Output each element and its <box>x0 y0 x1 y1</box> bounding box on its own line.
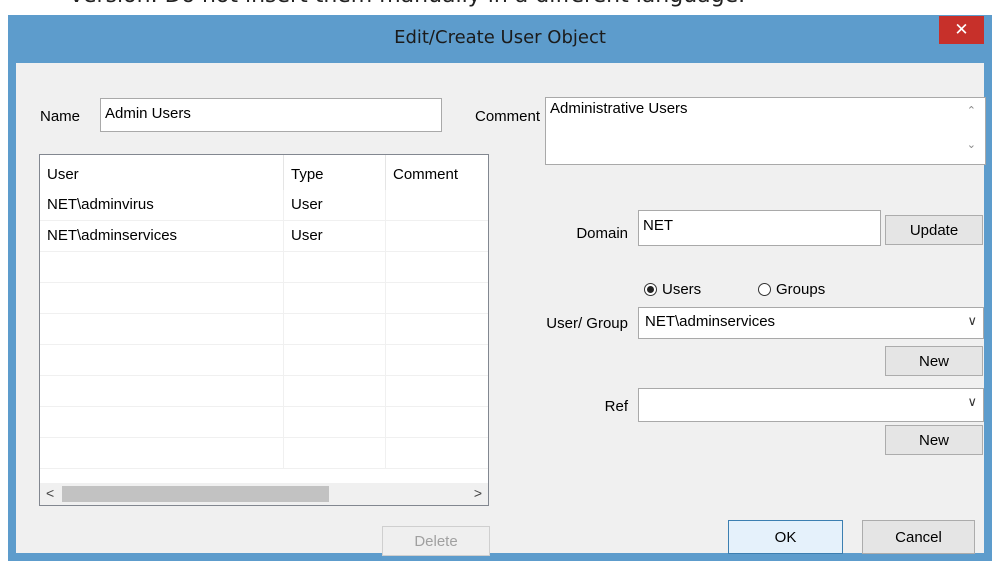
background-window-text: version. Do not insert them manually in … <box>70 0 745 8</box>
name-input-value: Admin Users <box>105 105 191 122</box>
close-icon: ✕ <box>954 20 969 40</box>
domain-input[interactable]: NET <box>638 210 881 246</box>
dropdown-arrow-icon: ∨ <box>967 313 977 328</box>
domain-input-value: NET <box>643 217 673 234</box>
title-bar[interactable]: Edit/Create User Object ✕ <box>8 15 992 63</box>
radio-users[interactable]: Users <box>644 281 701 298</box>
column-header-comment[interactable]: Comment <box>386 155 488 190</box>
close-button[interactable]: ✕ <box>939 16 984 44</box>
scroll-left-icon[interactable]: < <box>46 485 54 501</box>
scroll-down-icon[interactable]: ⌄ <box>967 138 976 151</box>
new-user-group-button[interactable]: New <box>885 346 983 376</box>
radio-groups[interactable]: Groups <box>758 281 825 298</box>
user-group-select-value: NET\adminservices <box>645 313 776 330</box>
column-header-type[interactable]: Type <box>284 155 386 190</box>
row-type: User <box>291 196 323 213</box>
empty-row <box>40 345 488 376</box>
ref-select[interactable]: ∨ <box>638 388 984 422</box>
name-label: Name <box>40 108 81 125</box>
comment-label: Comment <box>475 108 541 125</box>
row-user: NET\adminvirus <box>47 196 154 213</box>
dialog-window: Edit/Create User Object ✕ Name Admin Use… <box>8 15 992 561</box>
ref-label: Ref <box>604 398 628 415</box>
scroll-right-icon[interactable]: > <box>474 485 482 501</box>
column-header-user[interactable]: User <box>40 155 284 190</box>
ok-button[interactable]: OK <box>728 520 843 554</box>
dialog-client-area: Name Admin Users Comment Administrative … <box>16 63 986 556</box>
radio-users-label: Users <box>662 281 702 298</box>
list-header: User Type Comment <box>40 155 488 190</box>
comment-textarea-value: Administrative Users <box>550 100 688 117</box>
empty-row <box>40 438 488 469</box>
empty-row <box>40 252 488 283</box>
user-group-label: User/ Group <box>546 315 628 332</box>
scrollbar-thumb[interactable] <box>62 486 329 502</box>
scroll-up-icon[interactable]: ⌃ <box>967 104 976 117</box>
comment-textarea[interactable]: Administrative Users ⌃ ⌄ <box>545 97 986 165</box>
table-row[interactable]: NET\adminservices User <box>40 221 488 252</box>
dropdown-arrow-icon: ∨ <box>967 394 977 409</box>
name-input[interactable]: Admin Users <box>100 98 442 132</box>
radio-selected-icon <box>644 283 657 296</box>
row-type: User <box>291 227 323 244</box>
table-row[interactable]: NET\adminvirus User <box>40 190 488 221</box>
empty-row <box>40 407 488 438</box>
row-user: NET\adminservices <box>47 227 178 244</box>
empty-row <box>40 283 488 314</box>
empty-row <box>40 376 488 407</box>
delete-button[interactable]: Delete <box>382 526 490 556</box>
window-title: Edit/Create User Object <box>394 27 606 48</box>
horizontal-scrollbar[interactable]: < > <box>40 483 488 505</box>
update-button[interactable]: Update <box>885 215 983 245</box>
new-ref-button[interactable]: New <box>885 425 983 455</box>
radio-groups-label: Groups <box>776 281 826 298</box>
empty-row <box>40 314 488 345</box>
domain-label: Domain <box>576 225 628 242</box>
cancel-button[interactable]: Cancel <box>862 520 975 554</box>
user-list[interactable]: User Type Comment NET\adminvirus User NE… <box>39 154 489 506</box>
user-group-select[interactable]: NET\adminservices ∨ <box>638 307 984 339</box>
radio-unselected-icon <box>758 283 771 296</box>
